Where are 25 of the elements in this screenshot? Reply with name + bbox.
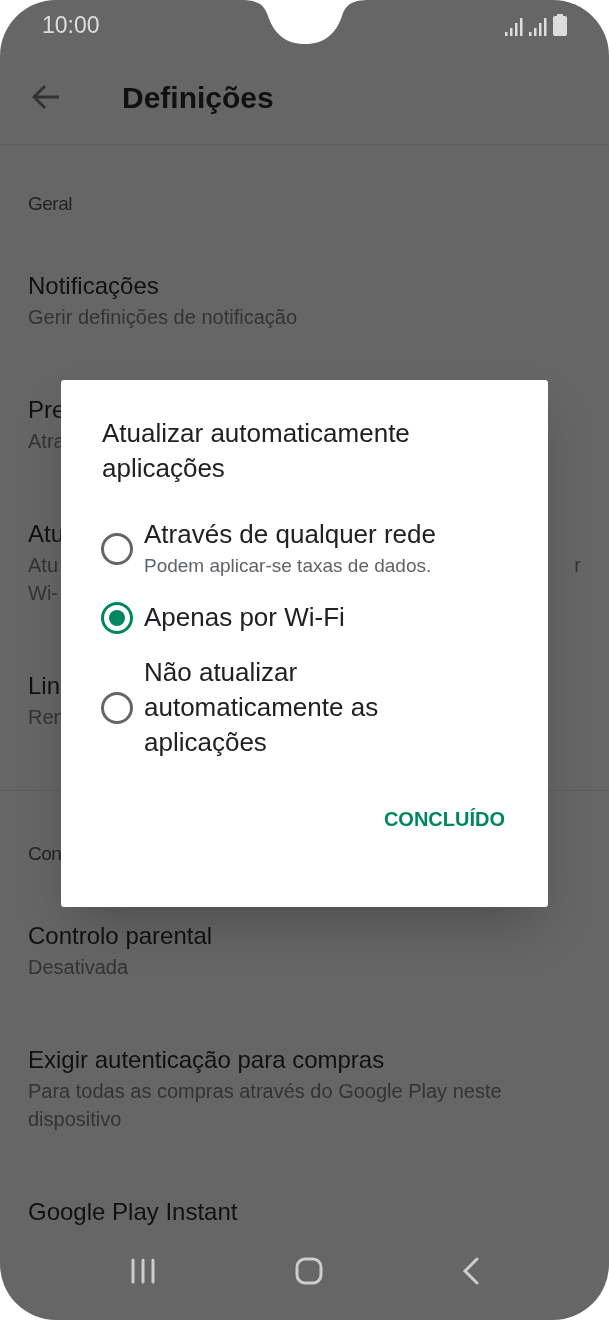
option-label[interactable]: Apenas por Wi-Fi — [144, 600, 345, 635]
signal-icon — [505, 18, 523, 36]
setting-title[interactable]: Controlo parental — [28, 919, 213, 953]
setting-title[interactable]: Notificações — [28, 269, 159, 303]
setting-title[interactable]: Exigir autenticação para compras — [28, 1043, 385, 1077]
back-arrow-icon — [32, 84, 60, 110]
signal-icon — [529, 18, 547, 36]
option-subtitle: Podem aplicar-se taxas de dados. — [144, 554, 433, 578]
battery-icon — [553, 14, 567, 36]
setting-title[interactable]: Lin — [28, 669, 61, 703]
status-time: 10:00 — [42, 10, 100, 40]
back-icon[interactable] — [461, 1257, 480, 1285]
recent-apps-icon[interactable] — [129, 1258, 156, 1284]
section-header: Geral — [28, 193, 72, 214]
toolbar-title: Definições — [122, 79, 274, 116]
done-button[interactable]: CONCLUÍDO — [381, 804, 507, 834]
option-label[interactable]: Não atualizar automaticamente as aplicações — [144, 655, 444, 760]
home-icon[interactable] — [294, 1257, 323, 1285]
radio-button[interactable] — [101, 691, 133, 724]
section-header: Con — [28, 843, 62, 864]
radio-button[interactable] — [101, 532, 133, 565]
dialog-title: Atualizar automaticamente aplicações — [102, 417, 411, 485]
option-label[interactable]: Através de qualquer rede — [144, 517, 436, 552]
setting-title[interactable]: Google Play Instant — [28, 1195, 238, 1229]
radio-button[interactable] — [101, 601, 133, 634]
